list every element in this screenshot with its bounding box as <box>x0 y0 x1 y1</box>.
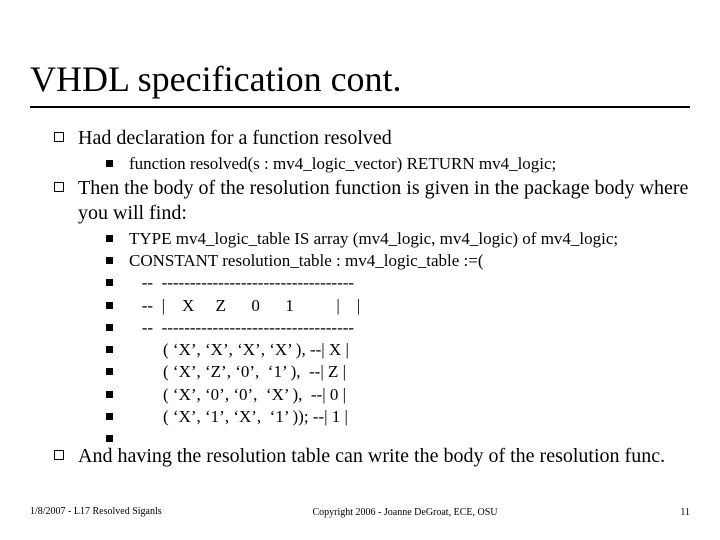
slide-title: VHDL specification cont. <box>30 60 690 100</box>
bullet-lvl2: ( ‘X’, ‘1’, ‘X’, ‘1’ )); --| 1 | <box>106 406 690 427</box>
footer-center: Copyright 2006 - Joanne DeGroat, ECE, OS… <box>180 507 630 518</box>
footer-page-number: 11 <box>630 507 690 518</box>
bullet-lvl2: ( ‘X’, ‘0’, ‘0’, ‘X’ ), --| 0 | <box>106 384 690 405</box>
bullet-text: ( ‘X’, ‘X’, ‘X’, ‘X’ ), --| X | <box>129 339 349 360</box>
title-underline <box>30 106 690 108</box>
square-filled-icon <box>106 160 113 167</box>
bullet-text: CONSTANT resolution_table : mv4_logic_ta… <box>129 250 483 271</box>
square-filled-icon <box>106 346 113 353</box>
square-filled-icon <box>106 302 113 309</box>
bullet-lvl2 <box>106 428 690 442</box>
square-open-icon <box>54 450 64 460</box>
slide: VHDL specification cont. Had declaration… <box>0 0 720 540</box>
bullet-lvl1: And having the resolution table can writ… <box>54 444 690 469</box>
square-filled-icon <box>106 391 113 398</box>
bullet-lvl2: ( ‘X’, ‘X’, ‘X’, ‘X’ ), --| X | <box>106 339 690 360</box>
bullet-text: ( ‘X’, ‘1’, ‘X’, ‘1’ )); --| 1 | <box>129 406 348 427</box>
square-filled-icon <box>106 435 113 442</box>
bullet-text: ( ‘X’, ‘0’, ‘0’, ‘X’ ), --| 0 | <box>129 384 346 405</box>
bullet-lvl2: -- ---------------------------------- <box>106 272 690 293</box>
bullet-lvl2: -- | X Z 0 1 | | <box>106 295 690 316</box>
square-filled-icon <box>106 279 113 286</box>
bullet-text: Had declaration for a function resolved <box>78 126 392 151</box>
bullet-text: And having the resolution table can writ… <box>78 444 665 469</box>
bullet-lvl2: TYPE mv4_logic_table IS array (mv4_logic… <box>106 228 690 249</box>
bullet-lvl2: CONSTANT resolution_table : mv4_logic_ta… <box>106 250 690 271</box>
slide-footer: 1/8/2007 - L17 Resolved Siganls Copyrigh… <box>0 506 720 518</box>
square-filled-icon <box>106 257 113 264</box>
square-open-icon <box>54 182 64 192</box>
bullet-text: -- | X Z 0 1 | | <box>129 295 360 316</box>
bullet-text: function resolved(s : mv4_logic_vector) … <box>129 153 556 174</box>
bullet-lvl2: ( ‘X’, ‘Z’, ‘0’, ‘1’ ), --| Z | <box>106 361 690 382</box>
square-filled-icon <box>106 368 113 375</box>
bullet-lvl2: function resolved(s : mv4_logic_vector) … <box>106 153 690 174</box>
bullet-text: Then the body of the resolution function… <box>78 176 690 226</box>
footer-left: 1/8/2007 - L17 Resolved Siganls <box>30 506 180 518</box>
bullet-text: ( ‘X’, ‘Z’, ‘0’, ‘1’ ), --| Z | <box>129 361 346 382</box>
square-filled-icon <box>106 324 113 331</box>
bullet-lvl1: Then the body of the resolution function… <box>54 176 690 226</box>
square-filled-icon <box>106 413 113 420</box>
square-open-icon <box>54 132 64 142</box>
bullet-lvl1: Had declaration for a function resolved <box>54 126 690 151</box>
bullet-lvl2: -- ---------------------------------- <box>106 317 690 338</box>
bullet-text: -- ---------------------------------- <box>129 272 354 293</box>
square-filled-icon <box>106 235 113 242</box>
bullet-text: -- ---------------------------------- <box>129 317 354 338</box>
bullet-text: TYPE mv4_logic_table IS array (mv4_logic… <box>129 228 618 249</box>
slide-content: Had declaration for a function resolved … <box>30 126 690 470</box>
